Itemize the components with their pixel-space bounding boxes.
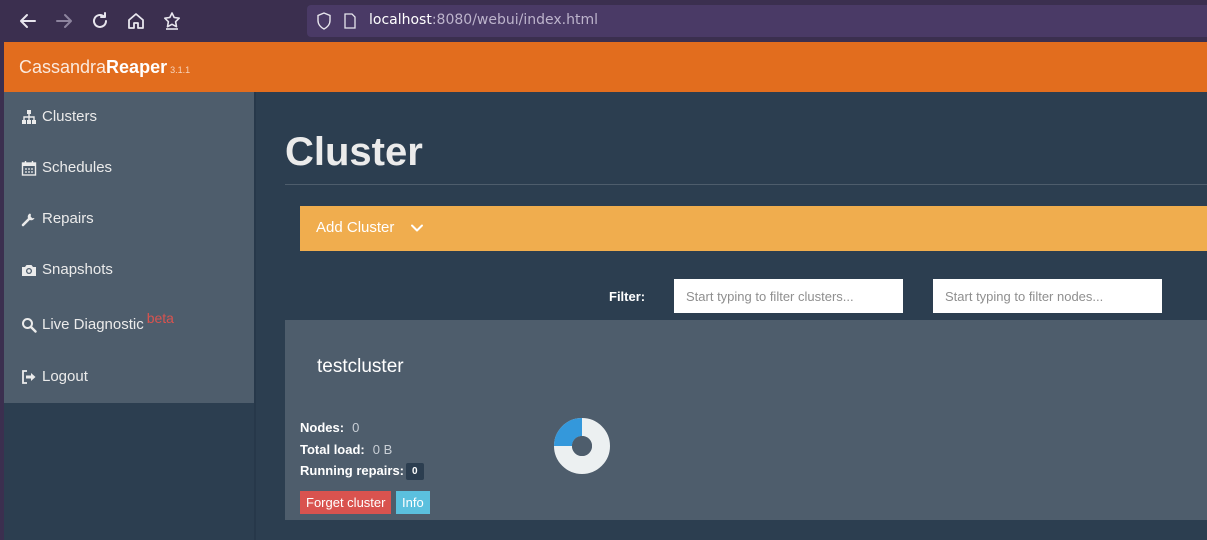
cluster-panel: testcluster Nodes: 0 Total load: 0 B Runni… <box>285 320 1207 520</box>
shield-icon[interactable] <box>316 12 332 30</box>
sidebar-empty-area <box>4 403 254 540</box>
add-cluster-label: Add Cluster <box>316 219 395 236</box>
beta-badge: beta <box>146 310 174 326</box>
app-version: 3.1.1 <box>170 65 191 75</box>
repairs-count-badge: 0 <box>406 463 424 481</box>
app-header: CassandraReaper 3.1.1 <box>4 42 1207 92</box>
brand-logo[interactable]: CassandraReaper 3.1.1 <box>19 57 190 78</box>
nodes-value: 0 <box>352 420 360 435</box>
sidebar-item-label: Clusters <box>42 108 98 125</box>
sidebar-item-schedules[interactable]: Schedules <box>4 143 254 194</box>
sidebar-item-text: Live Diagnostic <box>42 316 144 333</box>
browser-toolbar: localhost:8080/webui/index.html <box>0 0 1207 42</box>
url-path: :8080/webui/index.html <box>431 12 598 28</box>
nodes-label: Nodes: <box>300 420 345 435</box>
node-filter-input[interactable] <box>933 279 1162 313</box>
sidebar-item-label: Snapshots <box>42 261 113 278</box>
brand-light: Cassandra <box>19 57 107 77</box>
cluster-donut-chart[interactable] <box>553 417 611 475</box>
sidebar-item-repairs[interactable]: Repairs <box>4 194 254 245</box>
sidebar-item-label: Schedules <box>42 159 113 176</box>
forward-icon[interactable] <box>52 9 76 33</box>
sidebar-item-clusters[interactable]: Clusters <box>4 92 254 143</box>
sidebar-divider <box>254 92 256 540</box>
nodes-stat: Nodes: 0 <box>300 420 359 435</box>
chevron-down-icon <box>411 224 423 232</box>
donut-hole <box>572 436 592 456</box>
load-label: Total load: <box>300 442 365 457</box>
sidebar-item-label: Logout <box>42 368 88 385</box>
url-bar[interactable]: localhost:8080/webui/index.html <box>307 5 1207 37</box>
repairs-stat: Running repairs: 0 <box>300 463 424 481</box>
reload-icon[interactable] <box>88 9 112 33</box>
wrench-icon <box>21 213 35 227</box>
camera-icon <box>22 265 36 276</box>
search-icon <box>22 318 37 333</box>
filter-label: Filter: <box>609 289 646 304</box>
url-text[interactable]: localhost:8080/webui/index.html <box>369 12 598 28</box>
page-icon <box>344 13 356 29</box>
add-cluster-panel-toggle[interactable]: Add Cluster <box>300 206 1207 251</box>
sidebar-item-label: Repairs <box>42 210 94 227</box>
sidebar-item-label: Live Diagnostic beta <box>42 310 174 333</box>
sidebar-item-live-diagnostic[interactable]: Live Diagnostic beta <box>4 300 254 351</box>
page-title: Cluster <box>285 130 423 174</box>
cluster-filter-input[interactable] <box>674 279 903 313</box>
load-stat: Total load: 0 B <box>300 442 392 457</box>
extension-icon[interactable] <box>160 9 184 33</box>
home-icon[interactable] <box>124 9 148 33</box>
cluster-name[interactable]: testcluster <box>317 356 404 378</box>
info-button[interactable]: Info <box>396 491 430 514</box>
back-icon[interactable] <box>16 9 40 33</box>
sidebar: Clusters Schedules Repairs Snapshots Liv… <box>4 92 254 403</box>
title-divider <box>285 184 1207 185</box>
sign-out-icon <box>22 370 36 384</box>
repairs-label: Running repairs: <box>300 463 405 478</box>
forget-cluster-button[interactable]: Forget cluster <box>300 491 392 514</box>
calendar-icon <box>21 161 37 176</box>
sitemap-icon <box>22 110 36 124</box>
url-host: localhost <box>369 12 432 28</box>
content-bottom <box>256 520 1207 540</box>
load-value: 0 B <box>372 442 393 457</box>
sidebar-item-snapshots[interactable]: Snapshots <box>4 245 254 296</box>
sidebar-item-logout[interactable]: Logout <box>4 352 254 403</box>
brand-bold: Reaper <box>106 57 168 77</box>
